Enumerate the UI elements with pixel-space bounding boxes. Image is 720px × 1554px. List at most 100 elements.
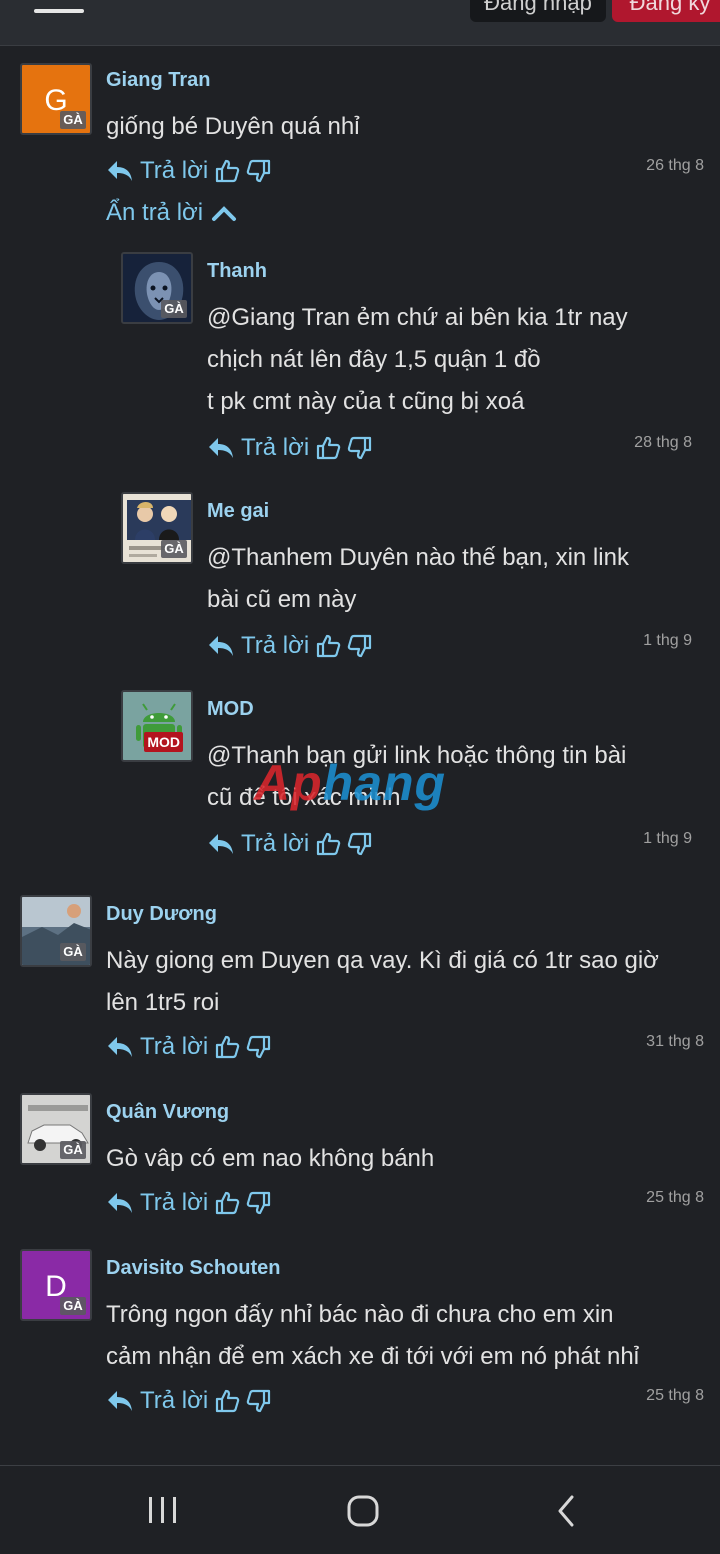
like-icon[interactable] (315, 435, 341, 461)
recent-apps-icon[interactable] (146, 1494, 180, 1526)
menu-icon[interactable] (34, 0, 86, 22)
comment-time: 26 thg 8 (646, 157, 704, 174)
reply-line: @Thanhem Duyên nào thế bạn, xin link (207, 544, 629, 571)
comment-text: Này giong em Duyen qa vay. Kì đi giá có … (106, 940, 659, 1024)
login-button[interactable]: Đăng nhập (470, 0, 606, 22)
rank-badge: GÀ (60, 1141, 86, 1159)
site-watermark: Aphang (254, 754, 446, 812)
comment-author[interactable]: Quân Vương (106, 1101, 229, 1124)
comment-text: Gò vâp có em nao không bánh (106, 1138, 434, 1180)
avatar[interactable]: GÀ (20, 895, 92, 967)
reply-line: @Giang Tran ẻm chứ ai bên kia 1tr nay (207, 304, 628, 331)
mod-badge: MOD (144, 732, 183, 752)
reply-line: bài cũ em này (207, 586, 357, 613)
dislike-icon[interactable] (246, 1388, 272, 1414)
reply-time: 1 thg 9 (643, 830, 692, 847)
comment-item: GÀ Quân Vương Gò vâp có em nao không bán… (0, 1093, 720, 1233)
watermark-part2: hang (322, 755, 447, 811)
comment-line: giống bé Duyên quá nhỉ (106, 113, 360, 140)
reply-icon[interactable] (207, 435, 235, 461)
like-icon[interactable] (214, 1034, 240, 1060)
dislike-icon[interactable] (246, 1034, 272, 1060)
rank-badge: GÀ (60, 1297, 86, 1315)
chevron-up-icon (212, 206, 237, 221)
reply-line: t pk cmt này của t cũng bị xoá (207, 388, 525, 415)
reply-actions: Trả lời (207, 434, 373, 462)
avatar[interactable]: MOD (121, 690, 193, 762)
like-icon[interactable] (315, 633, 341, 659)
back-icon[interactable] (552, 1494, 580, 1528)
reply-link[interactable]: Trả lời (140, 1189, 208, 1217)
rank-badge: GÀ (60, 111, 86, 129)
reply-time: 28 thg 8 (634, 434, 692, 451)
comment-time: 31 thg 8 (646, 1033, 704, 1050)
reply-link[interactable]: Trả lời (140, 1387, 208, 1415)
reply-link[interactable]: Trả lời (241, 830, 309, 858)
reply-link[interactable]: Trả lời (140, 157, 208, 185)
dislike-icon[interactable] (246, 1190, 272, 1216)
comment-actions: Trả lời (106, 1189, 272, 1217)
comment-line: Trông ngon đấy nhỉ bác nào đi chưa cho e… (106, 1301, 614, 1328)
comment-text: giống bé Duyên quá nhỉ (106, 106, 360, 148)
reply-icon[interactable] (106, 158, 134, 184)
hide-replies-toggle[interactable]: Ẩn trả lời (106, 199, 237, 227)
comment-text: Trông ngon đấy nhỉ bác nào đi chưa cho e… (106, 1294, 639, 1378)
watermark-part1: Ap (254, 755, 323, 811)
reply-actions: Trả lời (207, 632, 373, 660)
reply-author[interactable]: Thanh (207, 260, 267, 283)
home-icon[interactable] (345, 1494, 381, 1528)
reply-icon[interactable] (106, 1034, 134, 1060)
comment-actions: Trả lời (106, 157, 272, 185)
rank-badge: GÀ (161, 300, 187, 318)
reply-item: GÀ Thanh @Giang Tran ẻm chứ ai bên kia 1… (0, 252, 720, 477)
reply-author[interactable]: MOD (207, 698, 254, 721)
reply-link[interactable]: Trả lời (241, 632, 309, 660)
comment-list: G GÀ Giang Tran giống bé Duyên quá nhỉ T… (0, 47, 720, 1433)
comment-author[interactable]: Duy Dương (106, 903, 217, 926)
like-icon[interactable] (214, 158, 240, 184)
system-nav-bar (0, 1465, 720, 1554)
reply-link[interactable]: Trả lời (241, 434, 309, 462)
reply-text: @Giang Tran ẻm chứ ai bên kia 1tr nay ch… (207, 297, 628, 423)
comment-author[interactable]: Davisito Schouten (106, 1257, 280, 1280)
avatar[interactable]: GÀ (121, 252, 193, 324)
reply-line: chịch nát lên đây 1,5 quận 1 đồ (207, 346, 541, 373)
comment-line: Này giong em Duyen qa vay. Kì đi giá có … (106, 947, 659, 974)
comment-actions: Trả lời (106, 1033, 272, 1061)
like-icon[interactable] (315, 831, 341, 857)
rank-badge: GÀ (161, 540, 187, 558)
comment-item: D GÀ Davisito Schouten Trông ngon đấy nh… (0, 1249, 720, 1429)
comment-item: GÀ Duy Dương Này giong em Duyen qa vay. … (0, 895, 720, 1075)
register-button[interactable]: Đăng ký (612, 0, 720, 22)
reply-icon[interactable] (106, 1388, 134, 1414)
dislike-icon[interactable] (246, 158, 272, 184)
reply-link[interactable]: Trả lời (140, 1033, 208, 1061)
reply-item: GÀ Me gai @Thanhem Duyên nào thế bạn, xi… (0, 492, 720, 677)
reply-icon[interactable] (207, 633, 235, 659)
comment-actions: Trả lời (106, 1387, 272, 1415)
dislike-icon[interactable] (347, 633, 373, 659)
reply-icon[interactable] (106, 1190, 134, 1216)
hide-replies-label: Ẩn trả lời (106, 199, 204, 226)
comment-line: lên 1tr5 roi (106, 989, 220, 1016)
comment-line: cảm nhận để em xách xe đi tới với em nó … (106, 1343, 640, 1370)
dislike-icon[interactable] (347, 831, 373, 857)
avatar[interactable]: D GÀ (20, 1249, 92, 1321)
reply-author[interactable]: Me gai (207, 500, 269, 523)
like-icon[interactable] (214, 1388, 240, 1414)
dislike-icon[interactable] (347, 435, 373, 461)
comment-time: 25 thg 8 (646, 1189, 704, 1206)
avatar[interactable]: G GÀ (20, 63, 92, 135)
comment-line: Gò vâp có em nao không bánh (106, 1145, 435, 1172)
reply-text: @Thanhem Duyên nào thế bạn, xin link bài… (207, 537, 629, 621)
comment-time: 25 thg 8 (646, 1387, 704, 1404)
reply-time: 1 thg 9 (643, 632, 692, 649)
avatar[interactable]: GÀ (121, 492, 193, 564)
top-bar: Đăng nhập Đăng ký (0, 0, 720, 46)
reply-actions: Trả lời (207, 830, 373, 858)
avatar[interactable]: GÀ (20, 1093, 92, 1165)
like-icon[interactable] (214, 1190, 240, 1216)
comment-author[interactable]: Giang Tran (106, 69, 210, 92)
reply-icon[interactable] (207, 831, 235, 857)
comment-item: G GÀ Giang Tran giống bé Duyên quá nhỉ T… (0, 47, 720, 227)
